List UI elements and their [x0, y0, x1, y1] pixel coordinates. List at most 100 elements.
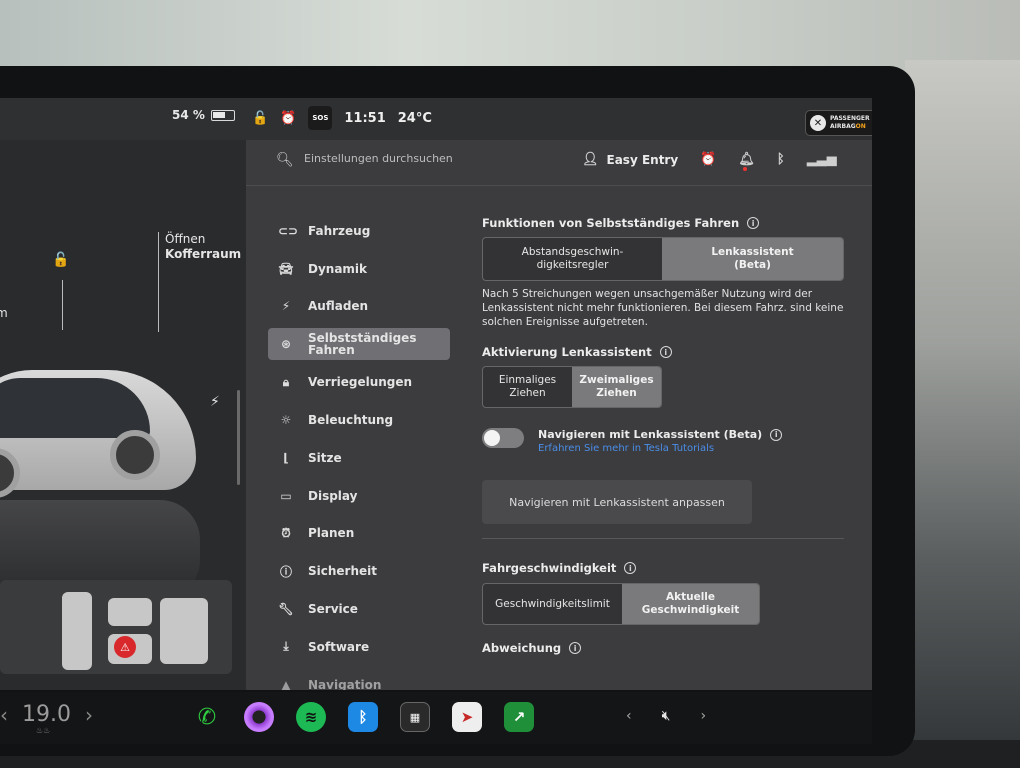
- profile-name: Easy Entry: [606, 152, 679, 167]
- taskbar: ‹ 19.0 › ♨♨ ✆ ≋ ᛒ ▦ ➤ ↗ ‹ 🔇︎ ›: [0, 692, 872, 744]
- seat-heater-icon[interactable]: ♨♨: [36, 726, 50, 735]
- car-model-image: [0, 330, 200, 500]
- seatbelt-warning-icon: ⚠: [114, 636, 136, 658]
- airbag-label-2: AIRBAG: [830, 123, 856, 130]
- cabin-temperature-control: ‹ 19.0 ›: [0, 702, 93, 727]
- nav-item-fahrzeug[interactable]: ⊂⊃ Fahrzeug: [268, 212, 450, 250]
- passenger-airbag-indicator: ✕ PASSENGER AIRBAGON: [805, 110, 872, 136]
- nav-item-verriegelungen[interactable]: 🔒︎ Verriegelungen: [268, 363, 450, 401]
- outside-temperature: 24°C: [397, 110, 432, 126]
- alarm-icon: ⏰︎: [281, 525, 291, 540]
- offset-title: Abweichung i: [482, 641, 852, 655]
- alarm-clock-icon[interactable]: ⏰: [700, 152, 716, 167]
- info-icon[interactable]: i: [624, 562, 637, 574]
- bluetooth-icon[interactable]: ᛒ: [777, 152, 785, 167]
- search-icon: 🔍︎: [276, 152, 294, 168]
- airbag-state: ON: [855, 123, 866, 130]
- option-single-pull[interactable]: Einmaliges Ziehen: [483, 367, 572, 407]
- info-icon[interactable]: i: [659, 346, 672, 358]
- profile-button[interactable]: 👤︎ Easy Entry: [582, 152, 678, 167]
- speed-selector: Geschwindigkeitslimit Aktuelle Geschwind…: [482, 583, 760, 625]
- volume-up-icon[interactable]: ›: [700, 708, 706, 724]
- light-icon: ☼: [280, 413, 292, 428]
- car-visualization: Öffnen Kofferraum 🔓 m ⚡ ⚠: [0, 140, 246, 690]
- phone-icon[interactable]: ✆: [192, 702, 222, 732]
- door-lock-icon[interactable]: 🔓: [52, 252, 69, 268]
- download-icon: ⤓: [283, 639, 289, 654]
- cabin-temperature[interactable]: 19.0: [22, 702, 71, 727]
- header-icons: 👤︎ Easy Entry ⏰ 🔔︎ ᛒ ▂▃▅: [582, 152, 837, 171]
- option-current-speed[interactable]: Aktuelle Geschwindigkeit: [622, 584, 759, 624]
- nav-item-sitze[interactable]: ⌊ Sitze: [268, 439, 450, 477]
- navigate-on-autosteer-toggle[interactable]: [482, 428, 524, 448]
- status-bar: 54 % 🔓 ⏰ SOS 11:51 24°C ✕ PASSENGER AIRB…: [0, 98, 872, 140]
- camera-icon[interactable]: [244, 702, 274, 732]
- seat-occupancy-panel: [0, 580, 232, 674]
- app-dock: ✆ ≋ ᛒ ▦ ➤ ↗: [192, 702, 534, 732]
- nav-item-navigation[interactable]: ▲ Navigation: [268, 666, 450, 690]
- nav-item-selbststaendiges-fahren[interactable]: ⊛ Selbstständiges Fahren: [268, 328, 450, 361]
- option-speed-limit[interactable]: Geschwindigkeitslimit: [483, 584, 622, 624]
- navigation-app-icon[interactable]: ➤: [452, 702, 482, 732]
- open-trunk-button[interactable]: Öffnen Kofferraum: [165, 232, 241, 262]
- autopilot-strike-description: Nach 5 Streichungen wegen unsachgemäßer …: [482, 288, 844, 328]
- info-icon[interactable]: i: [569, 642, 582, 654]
- unlock-icon[interactable]: 🔓: [252, 111, 268, 126]
- nav-item-display[interactable]: ▭ Display: [268, 477, 450, 515]
- bluetooth-icon[interactable]: ᛒ: [348, 702, 378, 732]
- option-traffic-aware-cruise[interactable]: Abstandsgeschwin- digkeitsregler: [483, 238, 662, 280]
- lock-pointer-line: [62, 280, 63, 330]
- nav-item-dynamik[interactable]: 🚘︎ Dynamik: [268, 250, 450, 288]
- bell-icon[interactable]: 🔔︎: [738, 152, 755, 171]
- steering-wheel-icon: ⊛: [280, 337, 292, 352]
- info-icon[interactable]: i: [770, 428, 783, 441]
- charge-port-icon[interactable]: ⚡: [210, 394, 220, 410]
- customize-navigate-on-autosteer-button[interactable]: Navigieren mit Lenkassistent anpassen: [482, 480, 752, 524]
- nav-item-sicherheit[interactable]: ⓘ Sicherheit: [268, 552, 450, 590]
- nav-item-software[interactable]: ⤓ Software: [268, 628, 450, 666]
- autosteer-activation-selector: Einmaliges Ziehen Zweimaliges Ziehen: [482, 366, 662, 408]
- settings-search-input[interactable]: [304, 152, 524, 165]
- option-double-pull[interactable]: Zweimaliges Ziehen: [572, 367, 661, 407]
- stocks-icon[interactable]: ↗: [504, 702, 534, 732]
- mute-icon[interactable]: 🔇︎: [662, 708, 671, 724]
- info-icon[interactable]: i: [747, 217, 760, 229]
- lock-icon: 🔒︎: [282, 374, 290, 389]
- alarm-clock-icon[interactable]: ⏰: [280, 111, 296, 126]
- volume-control: ‹ 🔇︎ ›: [626, 708, 706, 724]
- temp-increase-icon[interactable]: ›: [85, 703, 93, 727]
- background-photo-right: [905, 60, 1020, 768]
- toggle-icon: ⊂⊃: [278, 223, 299, 238]
- nav-item-service[interactable]: 🔧︎ Service: [268, 590, 450, 628]
- temp-decrease-icon[interactable]: ‹: [0, 703, 8, 727]
- navigation-icon: ▲: [281, 677, 291, 690]
- display-icon: ▭: [280, 488, 292, 503]
- autopilot-settings: Funktionen von Selbstständiges Fahren i …: [482, 216, 852, 655]
- nav-item-beleuchtung[interactable]: ☼ Beleuchtung: [268, 401, 450, 439]
- tesla-tutorials-link[interactable]: Erfahren Sie mehr in Tesla Tutorials: [538, 443, 782, 454]
- autosteer-activation-title: Aktivierung Lenkassistent i: [482, 345, 852, 359]
- bolt-icon: ⚡︎: [281, 299, 291, 314]
- nav-item-planen[interactable]: ⏰︎ Planen: [268, 515, 450, 553]
- airbag-label: PASSENGER: [830, 115, 870, 122]
- volume-down-icon[interactable]: ‹: [626, 708, 632, 724]
- seat-icon: ⌊: [283, 450, 289, 465]
- frunk-label[interactable]: m: [0, 306, 8, 320]
- user-icon: 👤︎: [582, 152, 599, 167]
- car-panel-scrollbar[interactable]: [237, 390, 240, 485]
- lte-signal-icon: ▂▃▅: [806, 152, 837, 167]
- option-autosteer[interactable]: Lenkassistent (Beta): [662, 238, 843, 280]
- clock: 11:51: [344, 110, 386, 126]
- sos-button[interactable]: SOS: [308, 106, 333, 130]
- toybox-icon[interactable]: ▦: [400, 702, 430, 732]
- open-trunk-label-2: Kofferraum: [165, 247, 242, 261]
- spotify-icon[interactable]: ≋: [296, 702, 326, 732]
- battery-icon: [210, 109, 235, 121]
- autopilot-feature-selector: Abstandsgeschwin- digkeitsregler Lenkass…: [482, 237, 844, 281]
- battery-indicator[interactable]: 54 %: [172, 108, 235, 122]
- navigate-on-autosteer-row: Navigieren mit Lenkassistent (Beta) i Er…: [482, 428, 852, 454]
- nav-item-aufladen[interactable]: ⚡︎ Aufladen: [268, 288, 450, 326]
- settings-panel: 🔍︎ 👤︎ Easy Entry ⏰ 🔔︎ ᛒ ▂▃▅ ⊂⊃Fahrzeug 🚘…: [246, 140, 872, 690]
- settings-nav: ⊂⊃ Fahrzeug 🚘︎ Dynamik ⚡︎ Aufladen ⊛ Selbsts…: [268, 212, 450, 690]
- trunk-pointer-line: [158, 232, 159, 332]
